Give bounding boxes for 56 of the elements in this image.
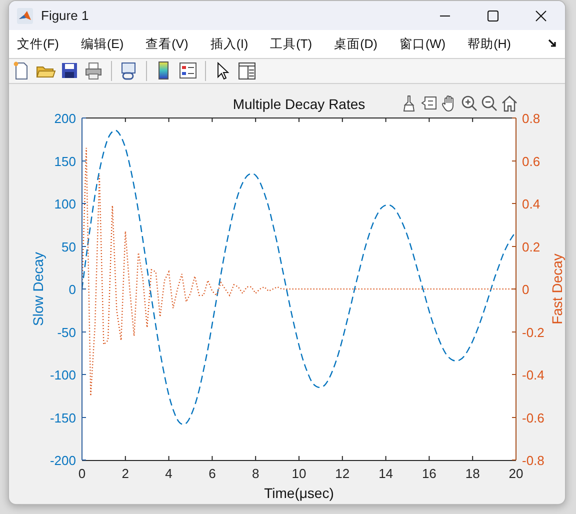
tick-label: 0.2 xyxy=(522,239,540,254)
tick-label: -0.2 xyxy=(522,324,544,340)
tick-label: 0 xyxy=(78,466,86,481)
dock-arrow-icon[interactable] xyxy=(548,39,557,48)
tick-label: -100 xyxy=(50,368,76,382)
menu-item[interactable]: 工具(T) xyxy=(270,34,312,54)
printer-icon[interactable] xyxy=(84,60,104,81)
axis-label: Fast Decay xyxy=(549,254,565,324)
hand-icon[interactable] xyxy=(442,96,453,111)
menu-item[interactable]: 桌面(D) xyxy=(334,34,378,54)
tick-label: 8 xyxy=(252,466,260,481)
maximize-icon[interactable] xyxy=(487,10,499,22)
zoom-out-icon[interactable] xyxy=(482,96,496,110)
tick-label: -0.8 xyxy=(522,453,544,468)
panel-icon[interactable] xyxy=(237,60,257,81)
tick-label: 50 xyxy=(62,239,76,254)
tick-label: 12 xyxy=(335,466,350,481)
tick-label: 10 xyxy=(292,466,306,481)
tick-label: -150 xyxy=(50,410,76,426)
tick-label: 20 xyxy=(508,466,524,481)
axis-label: Time(μsec) xyxy=(264,485,334,501)
chart-title: Multiple Decay Rates xyxy=(232,96,366,112)
tick-label: 100 xyxy=(54,196,76,212)
home-icon[interactable] xyxy=(502,96,516,111)
close-icon[interactable] xyxy=(535,10,547,22)
legend-icon[interactable] xyxy=(178,60,198,81)
axis-label: Slow Decay xyxy=(30,252,46,326)
menu-item[interactable]: 查看(V) xyxy=(146,34,188,54)
save-icon[interactable] xyxy=(60,60,80,81)
tick-label: 0 xyxy=(68,282,76,297)
tick-label: 150 xyxy=(54,154,76,169)
tick-label: 0 xyxy=(522,282,530,297)
menu-item[interactable]: 编辑(E) xyxy=(80,34,124,54)
menu-item[interactable]: 帮助(H) xyxy=(468,34,511,54)
window-title: Figure 1 xyxy=(41,6,89,25)
app-logo-icon xyxy=(17,8,33,24)
tick-label: 18 xyxy=(465,466,480,481)
zoom-in-icon[interactable] xyxy=(462,96,476,110)
menu-item[interactable]: 插入(I) xyxy=(210,34,248,54)
tick-label: 14 xyxy=(378,466,394,481)
tick-label: 0.8 xyxy=(522,111,540,126)
tick-label: -50 xyxy=(57,324,76,340)
data-tip-icon[interactable] xyxy=(422,97,436,109)
tick-label: 0.6 xyxy=(522,154,540,169)
tick-label: -0.6 xyxy=(522,410,544,426)
tick-label: 0.4 xyxy=(522,196,540,212)
brush-icon[interactable] xyxy=(404,96,414,111)
tick-label: 200 xyxy=(54,111,76,126)
menu-item[interactable]: 文件(F) xyxy=(17,34,59,54)
tick-label: 2 xyxy=(122,466,130,481)
tick-label: -200 xyxy=(50,453,76,468)
tick-label: 6 xyxy=(208,466,216,481)
tick-label: -0.4 xyxy=(522,368,544,382)
menu-item[interactable]: 窗口(W) xyxy=(399,34,446,54)
tick-label: 16 xyxy=(422,466,436,481)
tick-label: 4 xyxy=(165,466,172,481)
